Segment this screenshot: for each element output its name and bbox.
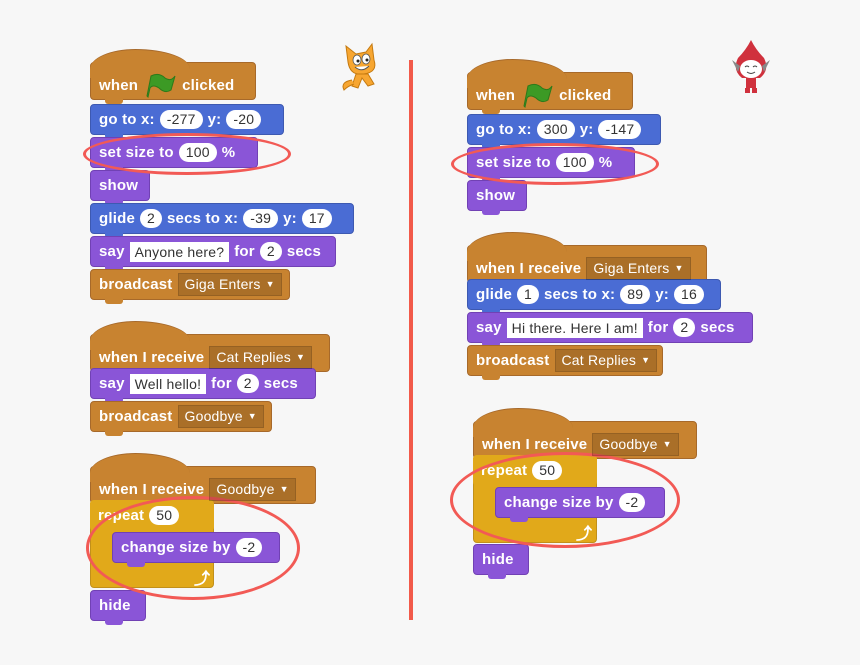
hat-clicked-label: clicked [559, 86, 612, 104]
show-label: show [99, 177, 139, 194]
x-input[interactable]: 300 [536, 120, 575, 139]
when-flag-clicked-block[interactable]: when clicked [90, 49, 256, 104]
hide-block[interactable]: hide [473, 544, 529, 579]
dropdown-value: Goodbye [216, 480, 275, 497]
hat-when-label: when [476, 86, 516, 104]
say-label: say [476, 319, 502, 336]
when-i-receive-label: when I receive [99, 348, 205, 366]
dropdown-value: Cat Replies [561, 352, 637, 368]
for-label: for [234, 243, 255, 260]
secs-label: secs [700, 319, 735, 336]
go-to-xy-block[interactable]: go to x: 300 y: -147 [467, 114, 661, 149]
say-text-input[interactable]: Hi there. Here I am! [506, 317, 643, 338]
say-label: say [99, 375, 125, 392]
say-for-secs-block[interactable]: say Hi there. Here I am! for 2 secs [467, 312, 753, 347]
hide-block[interactable]: hide [90, 590, 146, 625]
glide-y-input[interactable]: 17 [301, 209, 332, 228]
glide-label: glide [99, 210, 136, 227]
say-text-input[interactable]: Anyone here? [129, 241, 230, 262]
glide-label: glide [476, 286, 513, 303]
glide-secs-input[interactable]: 1 [517, 285, 540, 304]
secs-to-x-label: secs to x: [544, 286, 616, 303]
broadcast-message-dropdown[interactable]: Giga Enters ▼ [177, 273, 282, 296]
hide-label: hide [482, 551, 514, 568]
chevron-down-icon: ▼ [247, 411, 257, 421]
glide-x-input[interactable]: 89 [620, 285, 651, 304]
when-i-receive-block[interactable]: when I receive Cat Replies ▼ [90, 321, 330, 376]
green-flag-icon [520, 82, 554, 108]
giga-sprite-icon [724, 38, 778, 103]
glide-y-label: y: [655, 286, 669, 303]
broadcast-message-dropdown[interactable]: Cat Replies ▼ [554, 349, 658, 372]
receive-message-dropdown[interactable]: Goodbye ▼ [209, 477, 296, 501]
say-for-secs-block[interactable]: say Anyone here? for 2 secs [90, 236, 336, 271]
secs-label: secs [286, 243, 322, 260]
receive-message-dropdown[interactable]: Cat Replies ▼ [209, 345, 313, 369]
chevron-down-icon: ▼ [674, 262, 684, 273]
secs-to-x-label: secs to x: [167, 210, 239, 227]
show-block[interactable]: show [467, 180, 527, 215]
dropdown-value: Goodbye [184, 408, 243, 424]
when-flag-clicked-block[interactable]: when clicked [467, 59, 633, 114]
dropdown-value: Cat Replies [216, 348, 291, 365]
for-label: for [211, 375, 232, 392]
glide-y-input[interactable]: 16 [673, 285, 704, 304]
y-label: y: [207, 111, 222, 128]
hide-label: hide [99, 597, 131, 614]
highlight-oval [451, 143, 659, 185]
receive-message-dropdown[interactable]: Giga Enters ▼ [586, 256, 691, 280]
highlight-oval [86, 496, 300, 600]
column-divider [409, 60, 413, 620]
chevron-down-icon: ▼ [662, 438, 672, 449]
cat-sprite-icon [338, 42, 384, 99]
show-label: show [476, 187, 516, 204]
broadcast-message-dropdown[interactable]: Goodbye ▼ [177, 405, 264, 428]
receive-message-dropdown[interactable]: Goodbye ▼ [592, 432, 679, 456]
say-text-input[interactable]: Well hello! [129, 373, 207, 394]
glide-block[interactable]: glide 2 secs to x: -39 y: 17 [90, 203, 354, 238]
broadcast-block[interactable]: broadcast Goodbye ▼ [90, 401, 272, 436]
highlight-oval [450, 452, 680, 548]
y-label: y: [579, 121, 594, 138]
when-i-receive-label: when I receive [99, 480, 205, 498]
chevron-down-icon: ▼ [265, 279, 275, 289]
broadcast-label: broadcast [99, 408, 173, 425]
chevron-down-icon: ▼ [641, 355, 651, 365]
show-block[interactable]: show [90, 170, 150, 205]
say-label: say [99, 243, 125, 260]
broadcast-block[interactable]: broadcast Giga Enters ▼ [90, 269, 290, 304]
y-input[interactable]: -147 [598, 120, 642, 139]
for-label: for [647, 319, 669, 336]
green-flag-icon [143, 72, 177, 98]
y-input[interactable]: -20 [226, 110, 262, 129]
dropdown-value: Goodbye [599, 435, 658, 452]
when-i-receive-label: when I receive [482, 435, 588, 453]
say-secs-input[interactable]: 2 [673, 318, 696, 337]
when-i-receive-block[interactable]: when I receive Giga Enters ▼ [467, 232, 707, 287]
broadcast-label: broadcast [476, 352, 550, 369]
dropdown-value: Giga Enters [593, 259, 670, 276]
highlight-oval [83, 133, 291, 175]
say-secs-input[interactable]: 2 [259, 242, 282, 261]
go-to-label: go to x: [476, 121, 532, 138]
glide-secs-input[interactable]: 2 [140, 209, 163, 228]
say-secs-input[interactable]: 2 [236, 374, 259, 393]
go-to-xy-block[interactable]: go to x: -277 y: -20 [90, 104, 284, 139]
glide-y-label: y: [283, 210, 297, 227]
glide-block[interactable]: glide 1 secs to x: 89 y: 16 [467, 279, 721, 314]
hat-when-label: when [99, 76, 139, 94]
broadcast-block[interactable]: broadcast Cat Replies ▼ [467, 345, 663, 380]
when-i-receive-label: when I receive [476, 259, 582, 277]
hat-clicked-label: clicked [182, 76, 235, 94]
x-input[interactable]: -277 [159, 110, 203, 129]
secs-label: secs [263, 375, 298, 392]
chevron-down-icon: ▼ [279, 483, 289, 494]
glide-x-input[interactable]: -39 [243, 209, 279, 228]
say-for-secs-block[interactable]: say Well hello! for 2 secs [90, 368, 316, 403]
go-to-label: go to x: [99, 111, 155, 128]
chevron-down-icon: ▼ [295, 351, 306, 362]
broadcast-label: broadcast [99, 276, 173, 293]
dropdown-value: Giga Enters [184, 276, 261, 292]
